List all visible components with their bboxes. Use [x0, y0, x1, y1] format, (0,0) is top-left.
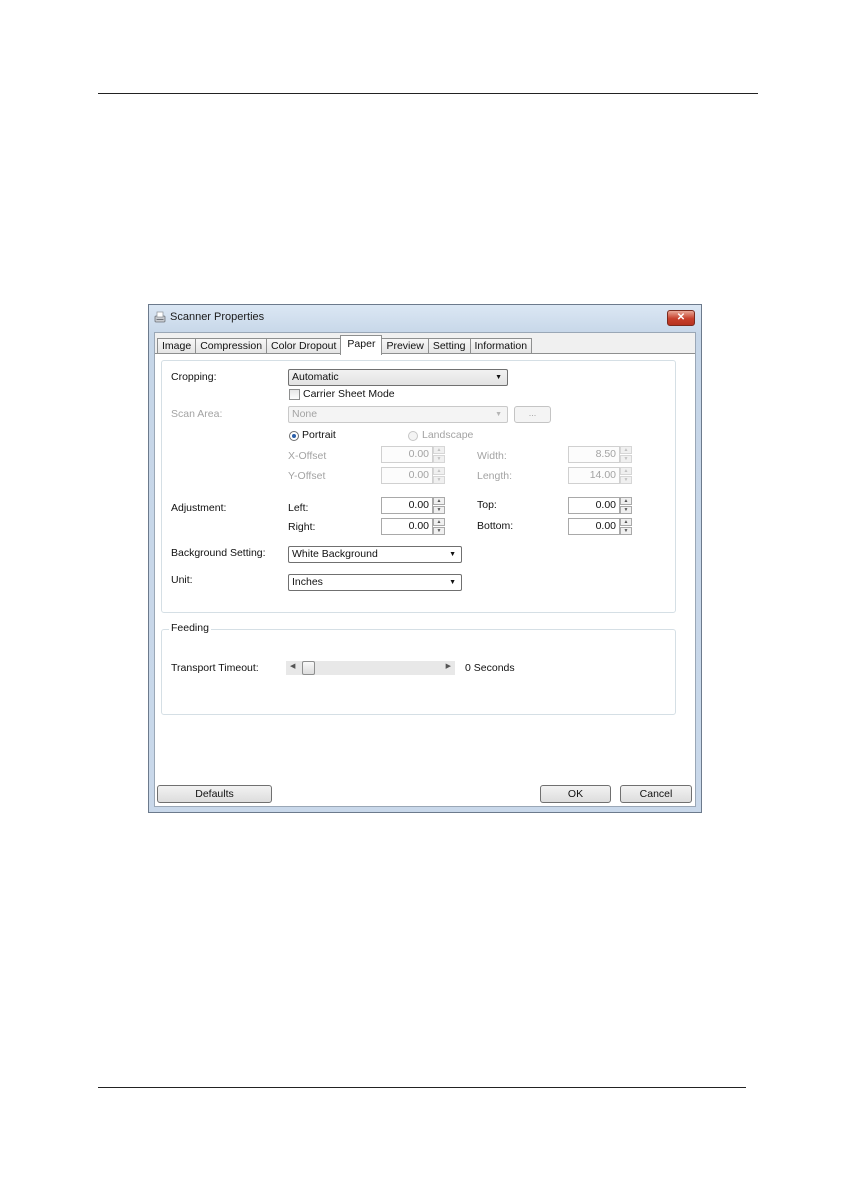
cropping-select[interactable]: Automatic ▼ — [288, 369, 508, 386]
portrait-label: Portrait — [302, 429, 336, 441]
adjust-top-field[interactable]: 0.00 — [568, 497, 620, 514]
tab-compression[interactable]: Compression — [195, 338, 268, 354]
tab-information[interactable]: Information — [469, 338, 533, 354]
y-offset-stepper[interactable]: 0.00 ▲ ▼ — [381, 467, 445, 484]
spin-down-icon[interactable]: ▼ — [620, 527, 632, 535]
tab-preview[interactable]: Preview — [381, 338, 429, 354]
cropping-label: Cropping: — [171, 371, 217, 383]
feeding-group: Feeding Transport Timeout: ◀ ▶ 0 Seconds — [161, 622, 676, 715]
spin-up-icon[interactable]: ▲ — [433, 446, 445, 454]
spin-down-icon[interactable]: ▼ — [433, 455, 445, 463]
chevron-down-icon: ▼ — [495, 411, 502, 418]
spin-down-icon[interactable]: ▼ — [620, 455, 632, 463]
adjust-right-field[interactable]: 0.00 — [381, 518, 433, 535]
slider-thumb[interactable] — [302, 661, 315, 675]
adjustment-label: Adjustment: — [171, 502, 227, 514]
spin-up-icon[interactable]: ▲ — [433, 497, 445, 505]
adjust-top-stepper[interactable]: 0.00 ▲ ▼ — [568, 497, 632, 514]
scan-area-select[interactable]: None ▼ — [288, 406, 508, 423]
background-setting-label: Background Setting: — [171, 547, 266, 559]
tab-image[interactable]: Image — [157, 338, 197, 354]
tab-setting[interactable]: Setting — [427, 338, 471, 354]
transport-timeout-label: Transport Timeout: — [171, 662, 259, 674]
chevron-down-icon: ▼ — [449, 551, 456, 558]
landscape-radio[interactable] — [408, 431, 418, 441]
chevron-down-icon: ▼ — [449, 579, 456, 586]
width-field[interactable]: 8.50 — [568, 446, 620, 463]
length-field[interactable]: 14.00 — [568, 467, 620, 484]
scanner-properties-dialog: Scanner Properties ✕ Image Compression C… — [148, 304, 702, 813]
spin-down-icon[interactable]: ▼ — [433, 476, 445, 484]
spin-up-icon[interactable]: ▲ — [433, 467, 445, 475]
spin-up-icon[interactable]: ▲ — [620, 518, 632, 526]
adjust-left-stepper[interactable]: 0.00 ▲ ▼ — [381, 497, 445, 514]
feeding-group-title: Feeding — [169, 622, 211, 634]
adjust-top-label: Top: — [477, 499, 497, 511]
ok-button[interactable]: OK — [540, 785, 611, 803]
adjust-bottom-label: Bottom: — [477, 520, 514, 532]
length-label: Length: — [477, 470, 513, 482]
chevron-down-icon: ▼ — [495, 374, 502, 381]
x-offset-label: X-Offset — [288, 450, 327, 462]
width-stepper[interactable]: 8.50 ▲ ▼ — [568, 446, 632, 463]
spin-up-icon[interactable]: ▲ — [620, 446, 632, 454]
adjust-left-field[interactable]: 0.00 — [381, 497, 433, 514]
x-offset-field[interactable]: 0.00 — [381, 446, 433, 463]
spin-up-icon[interactable]: ▲ — [433, 518, 445, 526]
background-setting-select[interactable]: White Background ▼ — [288, 546, 462, 563]
portrait-radio[interactable] — [289, 431, 299, 441]
spin-down-icon[interactable]: ▼ — [620, 476, 632, 484]
scan-area-value: None — [292, 408, 318, 420]
dialog-client-area: Image Compression Color Dropout Paper Pr… — [154, 332, 696, 807]
chevron-right-icon[interactable]: ▶ — [446, 662, 451, 670]
unit-label: Unit: — [171, 574, 193, 586]
window-title: Scanner Properties — [170, 311, 265, 323]
transport-timeout-slider[interactable]: ◀ ▶ — [286, 661, 455, 675]
y-offset-field[interactable]: 0.00 — [381, 467, 433, 484]
width-label: Width: — [477, 450, 507, 462]
scan-area-browse-button[interactable]: ... — [514, 406, 551, 423]
adjust-right-stepper[interactable]: 0.00 ▲ ▼ — [381, 518, 445, 535]
cropping-value: Automatic — [292, 371, 339, 383]
spin-up-icon[interactable]: ▲ — [620, 467, 632, 475]
unit-value: Inches — [292, 576, 323, 588]
page-footer-rule — [98, 1087, 746, 1088]
close-button[interactable]: ✕ — [667, 310, 695, 326]
carrier-sheet-label: Carrier Sheet Mode — [303, 388, 395, 400]
y-offset-label: Y-Offset — [288, 470, 326, 482]
adjust-right-label: Right: — [288, 521, 316, 533]
spin-up-icon[interactable]: ▲ — [620, 497, 632, 505]
x-offset-stepper[interactable]: 0.00 ▲ ▼ — [381, 446, 445, 463]
adjust-bottom-stepper[interactable]: 0.00 ▲ ▼ — [568, 518, 632, 535]
unit-select[interactable]: Inches ▼ — [288, 574, 462, 591]
title-bar[interactable]: Scanner Properties ✕ — [149, 305, 701, 331]
page-header-rule — [98, 93, 758, 94]
defaults-button[interactable]: Defaults — [157, 785, 272, 803]
tab-color-dropout[interactable]: Color Dropout — [266, 338, 342, 354]
transport-timeout-value: 0 Seconds — [465, 662, 515, 674]
tab-paper[interactable]: Paper — [340, 335, 383, 355]
paper-tab-page: Cropping: Automatic ▼ Carrier Sheet Mode… — [155, 353, 695, 806]
length-stepper[interactable]: 14.00 ▲ ▼ — [568, 467, 632, 484]
adjust-left-label: Left: — [288, 502, 309, 514]
tab-strip: Image Compression Color Dropout Paper Pr… — [157, 335, 533, 355]
spin-down-icon[interactable]: ▼ — [433, 506, 445, 514]
paper-settings-group: Cropping: Automatic ▼ Carrier Sheet Mode… — [161, 360, 676, 613]
carrier-sheet-checkbox[interactable] — [289, 389, 300, 400]
landscape-label: Landscape — [422, 429, 474, 441]
scan-area-label: Scan Area: — [171, 408, 223, 420]
spin-down-icon[interactable]: ▼ — [433, 527, 445, 535]
chevron-left-icon[interactable]: ◀ — [290, 662, 295, 670]
close-icon: ✕ — [676, 312, 686, 323]
cancel-button[interactable]: Cancel — [620, 785, 692, 803]
scanner-app-icon — [154, 311, 166, 323]
background-setting-value: White Background — [292, 548, 378, 560]
adjust-bottom-field[interactable]: 0.00 — [568, 518, 620, 535]
spin-down-icon[interactable]: ▼ — [620, 506, 632, 514]
